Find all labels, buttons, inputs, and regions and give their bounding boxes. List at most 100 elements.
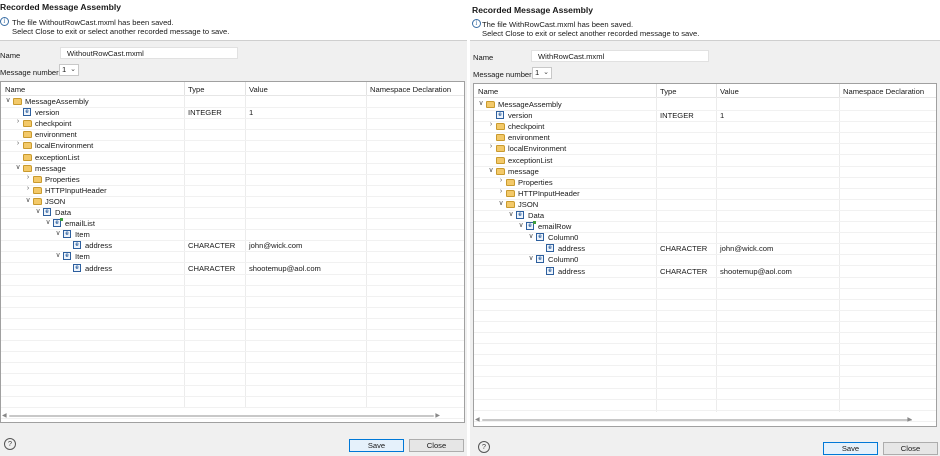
scroll-right-icon[interactable]: ▶ bbox=[907, 416, 912, 423]
tree-node-value: 1 bbox=[720, 111, 725, 121]
tree-node-value: 1 bbox=[249, 108, 254, 118]
info-message: The file WithoutRowCast.mxml has been sa… bbox=[12, 18, 229, 36]
tree-node-value: john@wick.com bbox=[249, 241, 303, 251]
dialog-title: Recorded Message Assembly bbox=[0, 2, 122, 12]
folder-icon bbox=[33, 197, 42, 205]
table-header: Name Type Value Namespace Declaration bbox=[1, 82, 464, 96]
tree-node-type: CHARACTER bbox=[660, 266, 708, 276]
folder-icon bbox=[23, 164, 32, 172]
scroll-left-icon[interactable]: ◀ bbox=[2, 412, 7, 419]
tree-node-name: checkpoint bbox=[35, 119, 72, 129]
collapsed-chevron-icon[interactable]: › bbox=[24, 174, 32, 181]
element-icon: e bbox=[73, 241, 81, 250]
expanded-chevron-icon[interactable]: ∨ bbox=[54, 251, 62, 259]
message-tree-table[interactable]: Name Type Value Namespace Declaration ∨ M… bbox=[0, 81, 465, 423]
tree-node-type: CHARACTER bbox=[660, 244, 708, 254]
element-icon: e bbox=[536, 255, 544, 264]
recorded-message-dialog-left: Recorded Message Assembly i The file Wit… bbox=[0, 0, 467, 456]
save-button[interactable]: Save bbox=[823, 442, 878, 455]
folder-icon bbox=[486, 101, 495, 108]
column-header-value[interactable]: Value bbox=[249, 85, 268, 94]
collapsed-chevron-icon[interactable]: › bbox=[487, 143, 495, 150]
collapsed-chevron-icon[interactable]: › bbox=[24, 185, 32, 192]
scroll-right-icon[interactable]: ▶ bbox=[435, 412, 440, 419]
scroll-left-icon[interactable]: ◀ bbox=[475, 416, 480, 423]
collapsed-chevron-icon[interactable]: › bbox=[497, 177, 505, 184]
dialog-title: Recorded Message Assembly bbox=[472, 5, 594, 15]
tree-node-name: Data bbox=[528, 211, 545, 220]
close-button[interactable]: Close bbox=[883, 442, 938, 455]
folder-icon bbox=[13, 98, 22, 105]
message-number-value: 1 bbox=[62, 65, 67, 74]
tree-node-name: emailRow bbox=[538, 222, 572, 232]
expanded-chevron-icon[interactable]: ∨ bbox=[477, 99, 485, 107]
column-header-value[interactable]: Value bbox=[720, 87, 739, 96]
expanded-chevron-icon[interactable]: ∨ bbox=[54, 229, 62, 237]
name-field[interactable]: WithRowCast.mxml bbox=[531, 50, 709, 62]
expanded-chevron-icon[interactable]: ∨ bbox=[517, 221, 525, 229]
collapsed-chevron-icon[interactable]: › bbox=[487, 121, 495, 128]
folder-icon bbox=[496, 156, 505, 164]
tree-node-name: localEnvironment bbox=[35, 141, 94, 151]
folder-icon bbox=[33, 175, 42, 183]
tree-node-name: environment bbox=[508, 133, 550, 143]
tree-node-name: checkpoint bbox=[508, 122, 545, 132]
info-line-saved: The file WithRowCast.mxml has been saved… bbox=[482, 20, 634, 29]
table-header: Name Type Value Namespace Declaration bbox=[474, 84, 936, 98]
expanded-chevron-icon[interactable]: ∨ bbox=[527, 254, 535, 262]
folder-icon bbox=[496, 145, 505, 153]
message-number-select[interactable]: 1 ⌄ bbox=[532, 67, 552, 79]
tree-node-name: Column0 bbox=[548, 233, 579, 243]
expanded-chevron-icon[interactable]: ∨ bbox=[24, 196, 32, 204]
info-line-instruction: Select Close to exit or select another r… bbox=[12, 27, 230, 36]
tree-node-name: version bbox=[35, 108, 60, 118]
tree-node-name: exceptionList bbox=[508, 155, 553, 165]
tree-node-name: message bbox=[35, 163, 66, 173]
tree-node-name: message bbox=[508, 166, 539, 176]
expanded-chevron-icon[interactable]: ∨ bbox=[44, 218, 52, 226]
tree-node-name: localEnvironment bbox=[508, 144, 567, 154]
element-icon: e bbox=[546, 266, 554, 275]
save-button[interactable]: Save bbox=[349, 439, 404, 452]
tree-node-name: address bbox=[85, 263, 113, 273]
tree-node-name: Column0 bbox=[548, 255, 579, 265]
column-header-namespace[interactable]: Namespace Declaration bbox=[370, 85, 451, 94]
help-icon[interactable]: ? bbox=[4, 438, 16, 450]
expanded-chevron-icon[interactable]: ∨ bbox=[4, 96, 12, 104]
close-button[interactable]: Close bbox=[409, 439, 464, 452]
expanded-chevron-icon[interactable]: ∨ bbox=[34, 207, 42, 215]
folder-icon bbox=[506, 200, 515, 208]
expanded-chevron-icon[interactable]: ∨ bbox=[14, 163, 22, 171]
horizontal-scrollbar[interactable] bbox=[482, 419, 912, 421]
horizontal-scrollbar[interactable] bbox=[9, 415, 434, 417]
name-field[interactable]: WithoutRowCast.mxml bbox=[60, 47, 238, 59]
collapsed-chevron-icon[interactable]: › bbox=[497, 188, 505, 195]
collapsed-chevron-icon[interactable]: › bbox=[14, 118, 22, 125]
column-header-name[interactable]: Name bbox=[478, 87, 498, 96]
collapsed-chevron-icon[interactable]: › bbox=[14, 140, 22, 147]
column-header-name[interactable]: Name bbox=[5, 85, 25, 94]
column-header-namespace[interactable]: Namespace Declaration bbox=[843, 87, 924, 96]
expanded-chevron-icon[interactable]: ∨ bbox=[507, 210, 515, 218]
column-header-type[interactable]: Type bbox=[660, 87, 676, 96]
folder-icon bbox=[506, 178, 515, 186]
tree-node-name: address bbox=[85, 241, 113, 251]
tree-node-name: environment bbox=[35, 130, 77, 140]
expanded-chevron-icon[interactable]: ∨ bbox=[527, 232, 535, 240]
tree-node-name: Properties bbox=[518, 177, 553, 187]
tree-node-name: address bbox=[558, 266, 586, 276]
tree-node-value: shootemup@aol.com bbox=[249, 263, 321, 273]
element-icon: e bbox=[516, 211, 524, 219]
message-tree-table[interactable]: Name Type Value Namespace Declaration ∨ M… bbox=[473, 83, 937, 427]
message-number-select[interactable]: 1 ⌄ bbox=[59, 64, 79, 76]
column-header-type[interactable]: Type bbox=[188, 85, 204, 94]
tree-node-name: JSON bbox=[45, 196, 66, 206]
help-icon[interactable]: ? bbox=[478, 441, 490, 453]
expanded-chevron-icon[interactable]: ∨ bbox=[487, 166, 495, 174]
expanded-chevron-icon[interactable]: ∨ bbox=[497, 199, 505, 207]
element-icon: e bbox=[546, 244, 554, 253]
tree-node-type: INTEGER bbox=[660, 111, 694, 121]
tree-node-type: INTEGER bbox=[188, 108, 222, 118]
dialog-banner: Recorded Message Assembly i The file Wit… bbox=[0, 0, 467, 41]
info-icon: i bbox=[0, 17, 9, 26]
